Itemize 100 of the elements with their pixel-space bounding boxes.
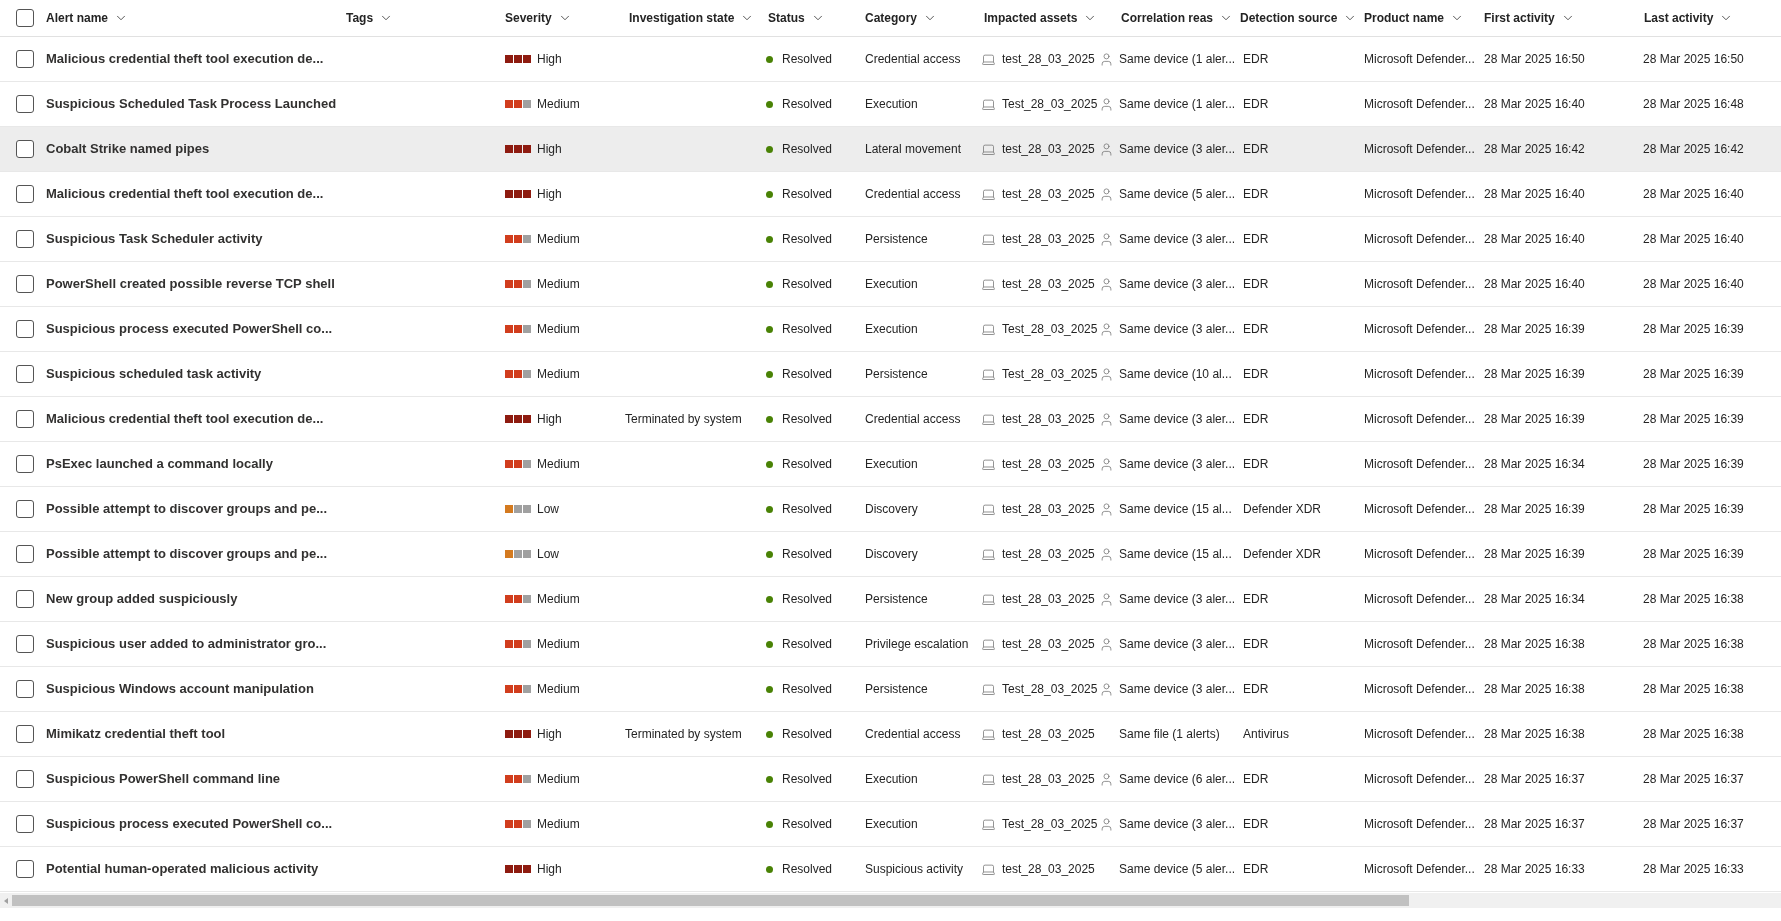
correlation-reason: Same device (15 al...: [1119, 546, 1232, 563]
product-name: Microsoft Defender...: [1364, 186, 1475, 203]
category-text: Persistence: [865, 231, 928, 248]
checkbox[interactable]: [15, 275, 34, 293]
status-text: Resolved: [782, 141, 833, 158]
alert-name[interactable]: New group added suspiciously: [46, 589, 238, 609]
asset-link[interactable]: test_28_03_2025: [1002, 455, 1095, 473]
checkbox[interactable]: [15, 590, 34, 608]
asset-link[interactable]: test_28_03_2025: [1002, 185, 1095, 203]
product-name: Microsoft Defender...: [1364, 681, 1475, 698]
checkbox[interactable]: [15, 230, 34, 248]
asset-link[interactable]: test_28_03_2025: [1002, 770, 1095, 788]
alert-name[interactable]: Malicious credential theft tool execution de...: [46, 184, 324, 204]
alert-name[interactable]: Suspicious PowerShell command line: [46, 769, 281, 789]
alert-name[interactable]: Cobalt Strike named pipes: [46, 139, 210, 159]
asset-link[interactable]: test_28_03_2025: [1002, 635, 1095, 653]
checkbox[interactable]: [15, 770, 34, 788]
checkbox[interactable]: [15, 680, 34, 698]
asset-link[interactable]: test_28_03_2025: [1002, 50, 1095, 68]
column-header[interactable]: Detection source: [1240, 9, 1358, 27]
asset-link[interactable]: test_28_03_2025: [1002, 410, 1095, 428]
checkbox[interactable]: [15, 365, 34, 383]
asset-link[interactable]: test_28_03_2025: [1002, 230, 1095, 248]
last-activity: 28 Mar 2025 16:42: [1643, 141, 1744, 158]
asset-link[interactable]: Test_28_03_2025: [1002, 320, 1098, 338]
checkbox[interactable]: [15, 9, 34, 27]
table-row[interactable]: Cobalt Strike named pipes High Resolved Lateral movement test_28_03_2025 Same device (3 aler... EDR Microsoft Defender... 28 Mar 2025 16:42 28 Mar 2025 16:42: [0, 127, 1781, 172]
column-header[interactable]: Category: [865, 9, 937, 27]
checkbox[interactable]: [15, 50, 34, 68]
checkbox[interactable]: [15, 635, 34, 653]
column-header[interactable]: Impacted assets: [984, 9, 1098, 27]
severity-label: Medium: [537, 96, 580, 113]
product-name: Microsoft Defender...: [1364, 816, 1475, 833]
category-text: Discovery: [865, 546, 918, 563]
category-text: Execution: [865, 321, 918, 338]
checkbox[interactable]: [15, 140, 34, 158]
correlation-reason: Same device (3 aler...: [1119, 411, 1236, 428]
alert-name[interactable]: Mimikatz credential theft tool: [46, 724, 226, 744]
asset-link[interactable]: Test_28_03_2025: [1002, 95, 1098, 113]
asset-link[interactable]: test_28_03_2025: [1002, 725, 1095, 743]
alert-name[interactable]: Suspicious user added to administrator gro...: [46, 634, 327, 654]
column-header[interactable]: Product name: [1364, 9, 1464, 27]
asset-link[interactable]: test_28_03_2025: [1002, 275, 1095, 293]
alert-name[interactable]: Possible attempt to discover groups and pe...: [46, 499, 327, 519]
checkbox[interactable]: [15, 410, 34, 428]
column-header[interactable]: Correlation reas: [1121, 9, 1234, 27]
alert-name[interactable]: PsExec launched a command locally: [46, 454, 273, 474]
checkbox[interactable]: [15, 545, 34, 563]
correlation-reason: Same device (3 aler...: [1119, 456, 1236, 473]
alert-name[interactable]: Suspicious Task Scheduler activity: [46, 229, 263, 249]
last-activity: 28 Mar 2025 16:50: [1643, 51, 1744, 68]
checkbox[interactable]: [15, 815, 34, 833]
column-header[interactable]: Tags: [346, 9, 394, 27]
correlation-reason: Same device (10 al...: [1119, 366, 1232, 383]
alert-name[interactable]: Suspicious process executed PowerShell co...: [46, 319, 333, 339]
column-header[interactable]: Status: [768, 9, 825, 27]
alert-name[interactable]: Possible attempt to discover groups and pe...: [46, 544, 327, 564]
alert-name[interactable]: Suspicious Scheduled Task Process Launched: [46, 94, 337, 114]
category-text: Discovery: [865, 501, 918, 518]
laptop-icon: [981, 726, 996, 742]
alert-name[interactable]: Malicious credential theft tool execution de...: [46, 49, 324, 69]
checkbox[interactable]: [15, 500, 34, 518]
asset-link[interactable]: test_28_03_2025: [1002, 140, 1095, 158]
alert-name[interactable]: PowerShell created possible reverse TCP shell: [46, 274, 335, 294]
detection-source: EDR: [1243, 591, 1269, 608]
alert-name[interactable]: Potential human-operated malicious activity: [46, 859, 319, 879]
asset-link[interactable]: test_28_03_2025: [1002, 500, 1095, 518]
laptop-icon: [981, 321, 996, 337]
category-text: Execution: [865, 771, 918, 788]
product-name: Microsoft Defender...: [1364, 366, 1475, 383]
first-activity: 28 Mar 2025 16:39: [1484, 546, 1585, 563]
column-header[interactable]: Alert name: [46, 9, 129, 27]
alert-name[interactable]: Suspicious scheduled task activity: [46, 364, 262, 384]
asset-link[interactable]: Test_28_03_2025: [1002, 680, 1098, 698]
asset-link[interactable]: Test_28_03_2025: [1002, 815, 1098, 833]
column-header[interactable]: Severity: [505, 9, 572, 27]
checkbox[interactable]: [15, 320, 34, 338]
correlation-reason: Same device (3 aler...: [1119, 636, 1236, 653]
checkbox[interactable]: [15, 860, 34, 878]
correlation-reason: Same device (3 aler...: [1119, 816, 1236, 833]
first-activity: 28 Mar 2025 16:50: [1484, 51, 1585, 68]
checkbox[interactable]: [15, 185, 34, 203]
column-header[interactable]: First activity: [1484, 9, 1575, 27]
checkbox[interactable]: [15, 95, 34, 113]
column-header[interactable]: Investigation state: [629, 9, 755, 27]
detection-source: EDR: [1243, 456, 1269, 473]
checkbox[interactable]: [15, 725, 34, 743]
status-text: Resolved: [782, 501, 833, 518]
column-header[interactable]: Last activity: [1644, 9, 1734, 27]
status-text: Resolved: [782, 546, 833, 563]
alert-name[interactable]: Suspicious process executed PowerShell co...: [46, 814, 333, 834]
alert-name[interactable]: Suspicious Windows account manipulation: [46, 679, 314, 699]
status-text: Resolved: [782, 861, 833, 878]
checkbox[interactable]: [15, 455, 34, 473]
asset-link[interactable]: test_28_03_2025: [1002, 545, 1095, 563]
alert-name[interactable]: Malicious credential theft tool execution de...: [46, 409, 324, 429]
first-activity: 28 Mar 2025 16:39: [1484, 321, 1585, 338]
asset-link[interactable]: test_28_03_2025: [1002, 860, 1095, 878]
asset-link[interactable]: test_28_03_2025: [1002, 590, 1095, 608]
asset-link[interactable]: Test_28_03_2025: [1002, 365, 1098, 383]
